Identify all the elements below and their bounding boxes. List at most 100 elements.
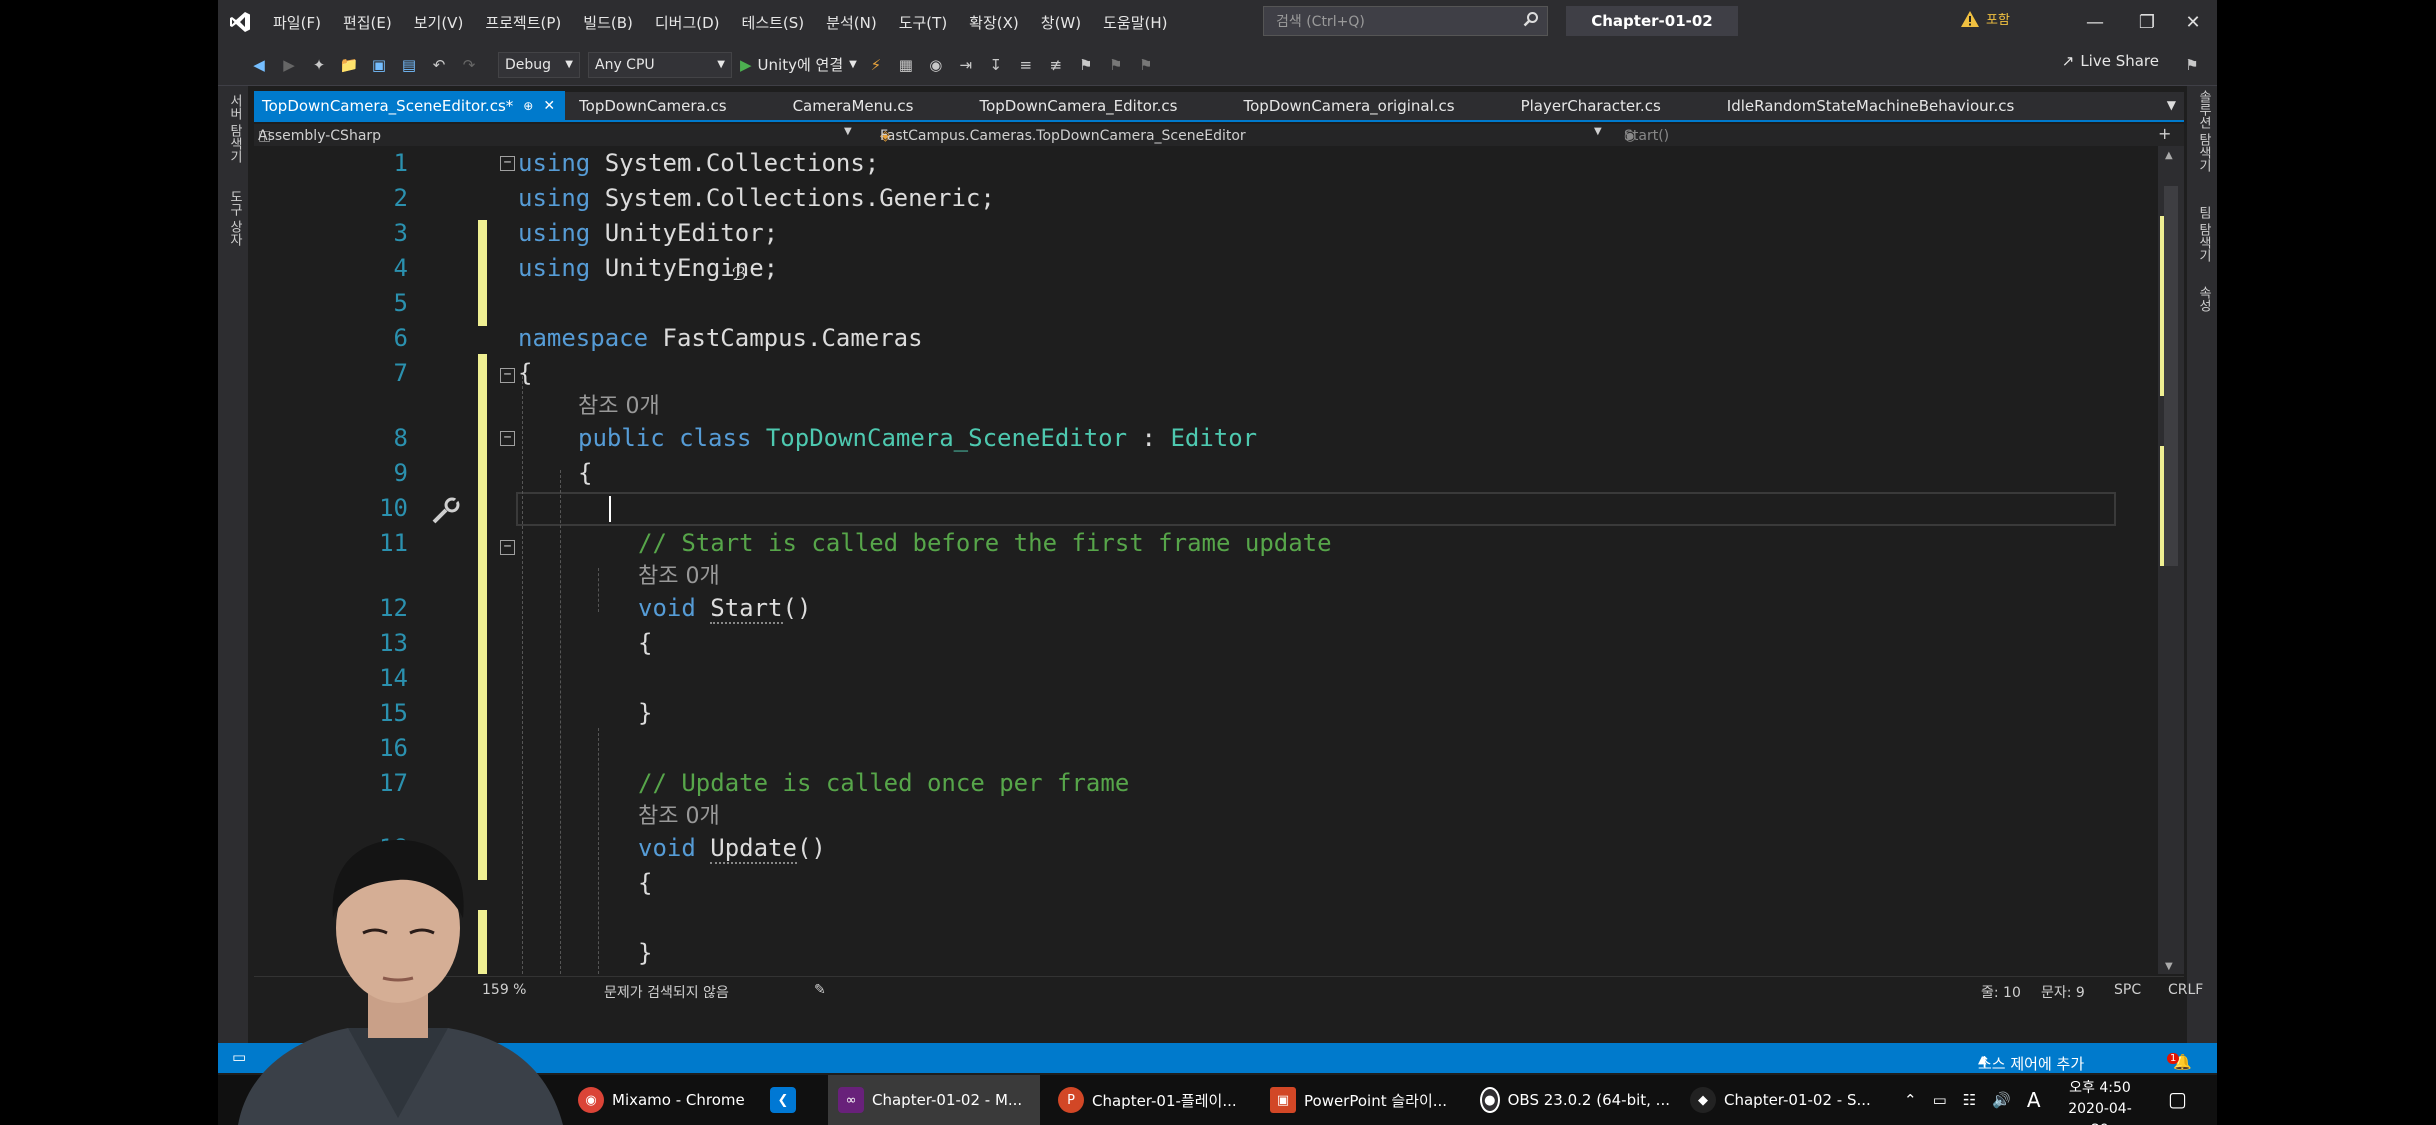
line-indicator: 줄: 10 (1981, 985, 2021, 1001)
tab-topdowncamera-sceneeditor[interactable]: TopDownCamera_SceneEditor.cs* ⊕ ✕ (254, 91, 566, 121)
menu-project[interactable]: 프로젝트(P) (474, 12, 572, 33)
tab-overflow-icon[interactable]: ▼ (2167, 98, 2176, 112)
line-number: 10 (379, 494, 408, 522)
collapse-toggle[interactable]: − (500, 156, 515, 171)
server-explorer-tab[interactable]: 서버 탐색기 (225, 94, 244, 163)
volume-icon[interactable]: 🔊 (1992, 1091, 2011, 1109)
notification-badge[interactable]: 포함 (1960, 9, 2010, 28)
redo-icon[interactable]: ↷ (458, 54, 480, 76)
taskbar-label: PowerPoint 슬라이... (1304, 1091, 1448, 1110)
taskbar-obs[interactable]: ● OBS 23.0.2 (64-bit, ... (1470, 1075, 1680, 1125)
minimize-button[interactable]: — (2065, 0, 2125, 44)
collapse-toggle[interactable]: − (500, 540, 515, 555)
prev-bookmark-icon[interactable]: ⚑ (1135, 54, 1157, 76)
close-tab-icon[interactable]: ✕ (543, 98, 555, 114)
scroll-up-icon[interactable]: ▲ (2165, 150, 2173, 161)
indent-guide (598, 568, 599, 612)
code-line-12: void Start() (638, 591, 811, 626)
ime-indicator[interactable]: A (2027, 1088, 2041, 1112)
menu-extensions[interactable]: 확장(X) (958, 12, 1030, 33)
menu-help[interactable]: 도움말(H) (1092, 12, 1178, 33)
action-center-icon[interactable]: ▢ (2168, 1087, 2187, 1111)
line-number: 9 (393, 459, 408, 487)
taskbar-slideshow[interactable]: ▣ PowerPoint 슬라이... (1260, 1075, 1470, 1125)
line-number: 15 (379, 699, 408, 727)
properties-tab[interactable]: 속성 (2194, 286, 2213, 312)
live-share-button[interactable]: ↗ Live Share (2062, 52, 2159, 70)
menu-analyze[interactable]: 분석(N) (815, 12, 888, 33)
bookmark-icon[interactable]: ⚑ (1075, 54, 1097, 76)
new-project-icon[interactable]: ✦ (308, 54, 330, 76)
visual-studio-window: 파일(F) 편집(E) 보기(V) 프로젝트(P) 빌드(B) 디버그(D) 테… (218, 0, 2217, 1125)
solution-explorer-tab[interactable]: 솔루션 탐색기 (2194, 90, 2213, 172)
menu-view[interactable]: 보기(V) (403, 12, 475, 33)
tab-playercharacter[interactable]: PlayerCharacter.cs (1521, 91, 1661, 121)
clock[interactable]: 오후 4:50 2020-04-29 (2060, 1078, 2140, 1125)
screenshot-icon[interactable]: ▦ (895, 54, 917, 76)
taskbar-powerpoint[interactable]: P Chapter-01-플레이... (1048, 1075, 1258, 1125)
menu-test[interactable]: 테스트(S) (731, 12, 816, 33)
vertical-scrollbar[interactable]: ▲ ▼ (2158, 146, 2184, 974)
uncomment-icon[interactable]: ≢ (1045, 54, 1067, 76)
scroll-down-icon[interactable]: ▼ (2165, 961, 2173, 972)
hot-reload-icon[interactable]: ⚡ (865, 54, 887, 76)
undo-icon[interactable]: ↶ (428, 54, 450, 76)
close-window-button[interactable]: ✕ (2169, 0, 2217, 44)
feedback-icon[interactable]: ⚑ (2181, 54, 2203, 76)
codelens-references[interactable]: 참조 0개 (638, 559, 720, 594)
quick-actions-screwdriver-icon[interactable] (430, 496, 464, 530)
tab-topdowncamera-editor[interactable]: TopDownCamera_Editor.cs (979, 91, 1177, 121)
text-cursor-icon: ℬ (732, 264, 747, 285)
step-over-icon[interactable]: ⇥ (955, 54, 977, 76)
taskbar-unity[interactable]: ◆ Chapter-01-02 - S... (1680, 1075, 1890, 1125)
platform-dropdown[interactable]: Any CPU ▼ (588, 51, 732, 78)
save-all-icon[interactable]: ▤ (398, 54, 420, 76)
issues-indicator[interactable]: 문제가 검색되지 않음 (604, 982, 729, 1002)
save-icon[interactable]: ▣ (368, 54, 390, 76)
chevron-up-icon[interactable]: ⌃ (1904, 1091, 1917, 1109)
breakpoint-icon[interactable]: ◉ (925, 54, 947, 76)
menu-window[interactable]: 창(W) (1030, 12, 1092, 33)
minimize-icon: — (2086, 11, 2104, 33)
open-folder-icon[interactable]: 📁 (338, 54, 360, 76)
keyword-using: using (518, 219, 591, 247)
taskbar-label: OBS 23.0.2 (64-bit, ... (1507, 1091, 1670, 1109)
obs-icon: ● (1480, 1087, 1500, 1113)
tab-topdowncamera-original[interactable]: TopDownCamera_original.cs (1244, 91, 1455, 121)
menu-debug[interactable]: 디버그(D) (644, 12, 731, 33)
line-number: 3 (393, 219, 408, 247)
configuration-dropdown[interactable]: Debug ▼ (498, 51, 580, 78)
step-into-icon[interactable]: ↧ (985, 54, 1007, 76)
split-window-icon[interactable]: + (2158, 124, 2171, 143)
battery-icon[interactable]: ▭ (1933, 1091, 1947, 1109)
tab-idlerandomstatemachinebehaviour[interactable]: IdleRandomStateMachineBehaviour.cs (1727, 91, 2015, 121)
tab-cameramenu[interactable]: CameraMenu.cs (793, 91, 914, 121)
brush-icon[interactable]: ✎ (814, 982, 826, 998)
team-explorer-tab[interactable]: 팀 탐색기 (2194, 206, 2213, 262)
line-endings[interactable]: CRLF (2168, 982, 2203, 998)
code-text: FastCampus.Cameras (648, 324, 923, 352)
codelens-references[interactable]: 참조 0개 (578, 389, 660, 424)
collapse-toggle[interactable]: − (500, 368, 515, 383)
menu-edit[interactable]: 편집(E) (332, 12, 403, 33)
toolbox-tab[interactable]: 도구 상자 (225, 190, 244, 246)
menu-tools[interactable]: 도구(T) (888, 12, 958, 33)
pin-icon[interactable]: ⊕ (523, 99, 533, 113)
indent-mode[interactable]: SPC (2114, 982, 2141, 998)
next-bookmark-icon[interactable]: ⚑ (1105, 54, 1127, 76)
codelens-references[interactable]: 참조 0개 (638, 799, 720, 834)
taskbar-visual-studio[interactable]: ∞ Chapter-01-02 - M... (828, 1075, 1040, 1125)
search-input[interactable]: 검색 (Ctrl+Q) (1263, 6, 1548, 36)
tab-topdowncamera[interactable]: TopDownCamera.cs (579, 91, 727, 121)
navigate-back-icon[interactable]: ◀ (248, 54, 270, 76)
collapse-toggle[interactable]: − (500, 431, 515, 446)
comment-icon[interactable]: ≡ (1015, 54, 1037, 76)
menu-file[interactable]: 파일(F) (262, 12, 332, 33)
scrollbar-thumb[interactable] (2164, 186, 2178, 566)
attach-to-unity-button[interactable]: ▶ Unity에 연결 ▼ (740, 54, 857, 75)
menu-build[interactable]: 빌드(B) (572, 12, 644, 33)
network-icon[interactable]: ☷ (1963, 1091, 1976, 1109)
taskbar-vscode[interactable]: ❮ (760, 1075, 820, 1125)
navigate-forward-icon[interactable]: ▶ (278, 54, 300, 76)
maximize-button[interactable]: ❐ (2117, 0, 2177, 44)
